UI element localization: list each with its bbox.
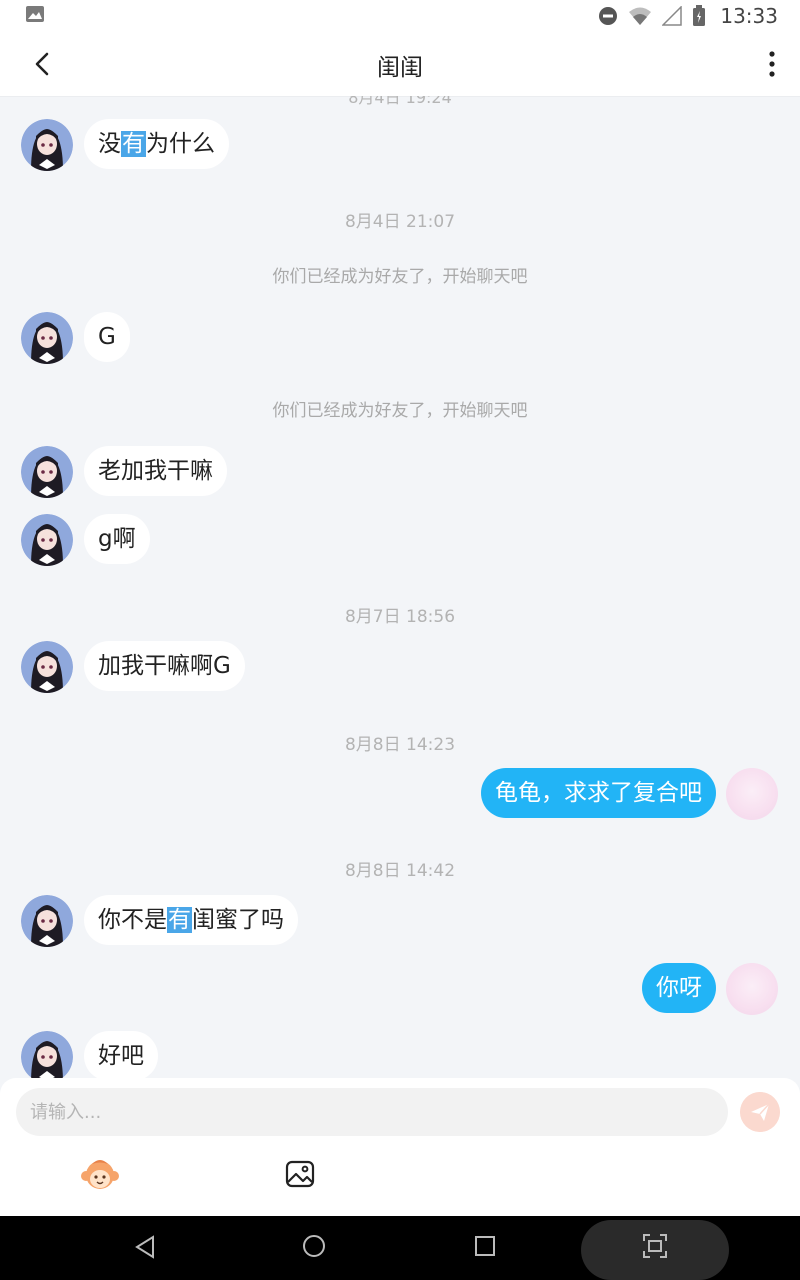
contact-avatar[interactable] <box>21 895 73 947</box>
message-bubble-incoming[interactable]: 老加我干嘛 <box>84 446 227 496</box>
message-input[interactable] <box>16 1088 724 1136</box>
my-avatar[interactable] <box>726 963 778 1015</box>
message-bubble-incoming[interactable]: 你不是有闺蜜了吗 <box>84 895 298 945</box>
message-bubble-incoming[interactable]: 加我干嘛啊G <box>84 641 245 691</box>
nav-home-icon[interactable] <box>302 1234 326 1258</box>
nav-back-icon[interactable] <box>134 1235 156 1259</box>
message-bubble-incoming[interactable]: g啊 <box>84 514 150 564</box>
message-input-wrapper <box>16 1088 728 1136</box>
do-not-disturb-icon <box>599 7 618 25</box>
message-bubble-incoming[interactable]: 没有为什么 <box>84 119 229 169</box>
message-bubble-incoming[interactable]: G <box>84 312 130 362</box>
monkey-emoji-icon[interactable] <box>80 1156 120 1192</box>
my-avatar[interactable] <box>726 768 778 820</box>
timestamp: 8月4日 21:07 <box>344 212 456 232</box>
timestamp: 8月4日 19:24 <box>348 96 452 107</box>
contact-avatar[interactable] <box>21 514 73 566</box>
contact-avatar[interactable] <box>21 641 73 693</box>
message-bubble-outgoing[interactable]: 龟龟，求求了复合吧 <box>481 768 716 818</box>
system-message: 你们已经成为好友了，开始聊天吧 <box>272 401 528 421</box>
contact-avatar[interactable] <box>21 1031 73 1078</box>
message-bubble-outgoing[interactable]: 你呀 <box>642 963 716 1013</box>
timestamp: 8月8日 14:42 <box>344 861 456 881</box>
send-icon[interactable] <box>740 1092 780 1132</box>
battery-icon <box>693 5 706 26</box>
message-list[interactable]: 8月4日 19:24 没有为什么 8月4日 21:07 你们已经成为好友了，开始… <box>0 96 800 1078</box>
contact-avatar[interactable] <box>21 312 73 364</box>
contact-avatar[interactable] <box>21 119 73 171</box>
screenshot-icon[interactable] <box>643 1234 667 1258</box>
composer <box>0 1078 800 1216</box>
status-bar: 13:33 <box>0 0 800 32</box>
gallery-notification-icon <box>26 6 44 22</box>
timestamp: 8月8日 14:23 <box>344 735 456 755</box>
wifi-icon <box>629 7 652 25</box>
more-vertical-icon[interactable] <box>766 50 778 78</box>
status-icons: 13:33 <box>598 4 778 28</box>
timestamp: 8月7日 18:56 <box>344 607 456 627</box>
clock: 13:33 <box>720 4 778 28</box>
cell-signal-icon <box>662 6 683 26</box>
system-navigation-bar <box>0 1216 800 1280</box>
chat-header: 闺闺 <box>0 32 800 96</box>
contact-avatar[interactable] <box>21 446 73 498</box>
message-bubble-incoming[interactable]: 好吧 <box>84 1031 158 1078</box>
page-title: 闺闺 <box>377 55 423 81</box>
image-icon[interactable] <box>284 1158 316 1190</box>
system-message: 你们已经成为好友了，开始聊天吧 <box>272 267 528 287</box>
nav-recents-icon[interactable] <box>474 1235 496 1257</box>
